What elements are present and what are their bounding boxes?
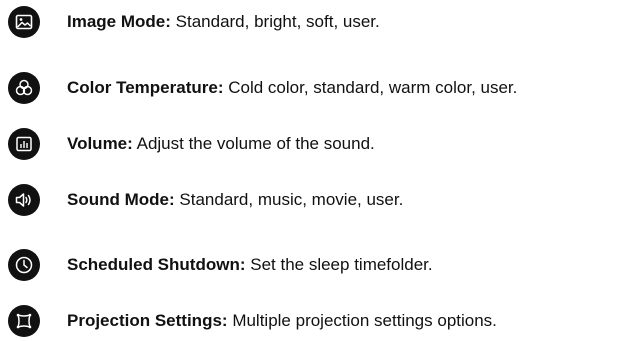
feature-text: Scheduled Shutdown: Set the sleep timefo… [67, 255, 433, 275]
feature-description: Adjust the volume of the sound. [136, 134, 375, 153]
feature-description: Set the sleep timefolder. [250, 255, 433, 274]
feature-description: Cold color, standard, warm color, user. [228, 78, 518, 97]
feature-item-color-temperature: Color Temperature: Cold color, standard,… [8, 70, 517, 106]
feature-item-image-mode: Image Mode: Standard, bright, soft, user… [8, 4, 380, 40]
volume-bars-icon [8, 128, 40, 160]
feature-label: Volume: [67, 134, 133, 153]
feature-text: Volume: Adjust the volume of the sound. [67, 134, 375, 154]
feature-label: Color Temperature: [67, 78, 224, 97]
feature-item-volume: Volume: Adjust the volume of the sound. [8, 126, 375, 162]
feature-label: Projection Settings: [67, 311, 228, 330]
color-wheel-icon [8, 72, 40, 104]
feature-description: Standard, bright, soft, user. [175, 12, 380, 31]
feature-text: Sound Mode: Standard, music, movie, user… [67, 190, 403, 210]
feature-text: Projection Settings: Multiple projection… [67, 311, 497, 331]
feature-label: Sound Mode: [67, 190, 175, 209]
feature-text: Color Temperature: Cold color, standard,… [67, 78, 517, 98]
feature-label: Scheduled Shutdown: [67, 255, 246, 274]
image-icon [8, 6, 40, 38]
feature-label: Image Mode: [67, 12, 171, 31]
feature-item-projection-settings: Projection Settings: Multiple projection… [8, 303, 497, 339]
feature-description: Standard, music, movie, user. [179, 190, 404, 209]
feature-item-scheduled-shutdown: Scheduled Shutdown: Set the sleep timefo… [8, 247, 433, 283]
clock-icon [8, 249, 40, 281]
speaker-icon [8, 184, 40, 216]
feature-description: Multiple projection settings options. [232, 311, 497, 330]
projection-icon [8, 305, 40, 337]
feature-item-sound-mode: Sound Mode: Standard, music, movie, user… [8, 182, 403, 218]
feature-text: Image Mode: Standard, bright, soft, user… [67, 12, 380, 32]
